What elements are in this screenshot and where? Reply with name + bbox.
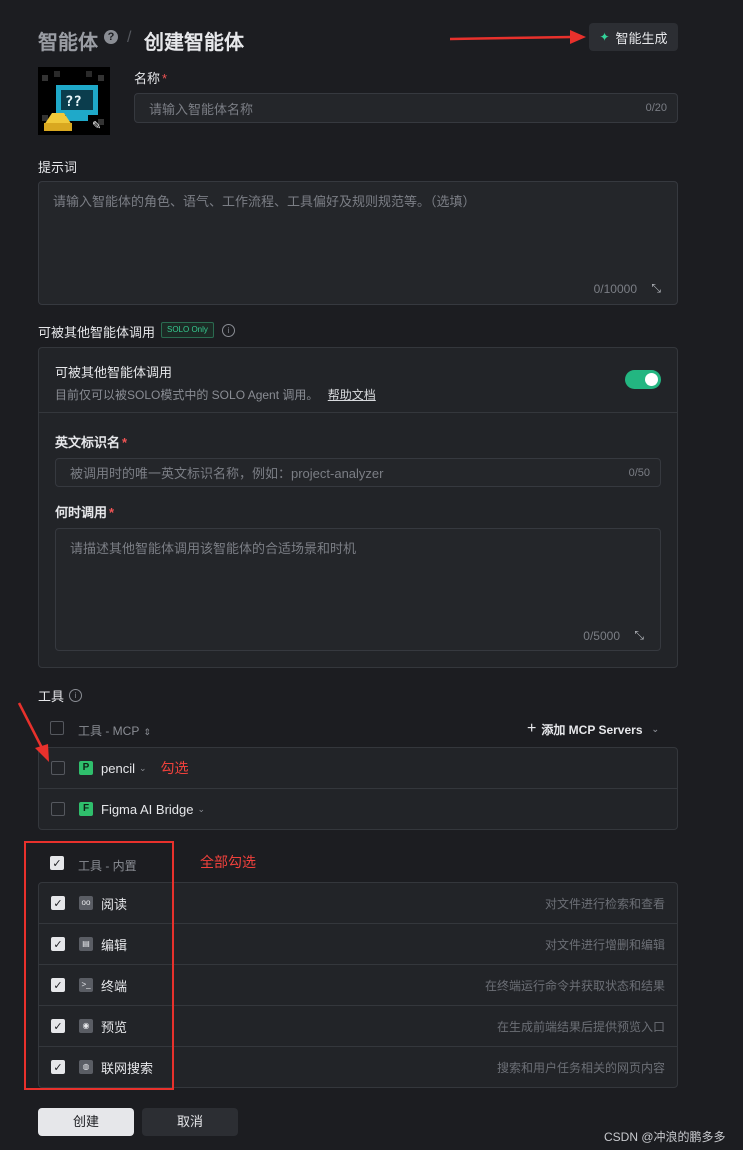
smart-generate-label: 智能生成 bbox=[615, 30, 668, 46]
help-doc-link[interactable]: 帮助文档 bbox=[328, 388, 376, 402]
info-icon[interactable]: i bbox=[222, 324, 235, 337]
figma-tag-icon: F bbox=[79, 802, 93, 816]
callable-toggle-title: 可被其他智能体调用 bbox=[55, 365, 173, 380]
prompt-label: 提示词 bbox=[38, 160, 78, 175]
annotation-check-all: 全部勾选 bbox=[200, 854, 256, 870]
plus-icon: + bbox=[527, 720, 537, 737]
annotation-arrow-generate bbox=[450, 30, 586, 44]
prompt-counter: 0/10000 bbox=[593, 282, 637, 296]
create-button[interactable]: 创建 bbox=[38, 1108, 134, 1136]
help-icon[interactable]: ? bbox=[104, 30, 118, 44]
callable-description: 目前仅可以被SOLO模式中的 SOLO Agent 调用。 帮助文档 bbox=[55, 388, 376, 402]
chevron-down-icon[interactable]: ⌄ bbox=[139, 763, 147, 774]
callable-toggle-row: 可被其他智能体调用 目前仅可以被SOLO模式中的 SOLO Agent 调用。 … bbox=[39, 348, 677, 413]
annotation-highlight-box bbox=[24, 841, 174, 1090]
annotation-check-one: 勾选 bbox=[160, 760, 189, 776]
name-input[interactable]: 请输入智能体名称 0/20 bbox=[134, 93, 678, 123]
when-to-call-label: 何时调用 * bbox=[55, 505, 115, 520]
prompt-textarea[interactable]: 请输入智能体的角色、语气、工作流程、工具偏好及规则规范等。（选填） 0/1000… bbox=[38, 181, 678, 305]
list-item[interactable]: F Figma AI Bridge ⌄ bbox=[39, 788, 677, 829]
when-to-call-counter: 0/5000 bbox=[583, 629, 620, 643]
name-counter: 0/20 bbox=[645, 102, 667, 114]
cancel-button[interactable]: 取消 bbox=[142, 1108, 238, 1136]
when-to-call-textarea[interactable]: 请描述其他智能体调用该智能体的合适场景和时机 0/5000 ⤡ bbox=[55, 528, 661, 651]
sparkle-icon: ✦ bbox=[599, 30, 610, 44]
terminal-description: 在终端运行命令并获取状态和结果 bbox=[484, 978, 665, 993]
web-search-description: 搜索和用户任务相关的网页内容 bbox=[496, 1060, 665, 1075]
english-id-placeholder: 被调用时的唯一英文标识名称，例如：project-analyzer bbox=[70, 466, 384, 481]
mcp-header[interactable]: 工具 - MCP ⇕ bbox=[78, 722, 151, 739]
callable-toggle[interactable] bbox=[625, 370, 661, 389]
expand-icon[interactable]: ⤡ bbox=[651, 281, 661, 296]
when-to-call-placeholder: 请描述其他智能体调用该智能体的合适场景和时机 bbox=[70, 541, 357, 556]
name-placeholder: 请输入智能体名称 bbox=[149, 101, 254, 117]
chevron-down-icon: ⌄ bbox=[651, 723, 660, 734]
prompt-placeholder: 请输入智能体的角色、语气、工作流程、工具偏好及规则规范等。（选填） bbox=[53, 194, 476, 209]
pencil-label: pencil bbox=[101, 760, 135, 776]
page-title: 创建智能体 bbox=[144, 32, 244, 54]
pencil-tag-icon: P bbox=[79, 761, 93, 775]
read-description: 对文件进行检索和查看 bbox=[544, 896, 665, 911]
figma-checkbox[interactable] bbox=[51, 802, 65, 816]
mcp-tool-list: P pencil ⌄ 勾选 F Figma AI Bridge ⌄ bbox=[38, 747, 678, 830]
edit-pencil-icon[interactable]: ✎ bbox=[92, 119, 106, 133]
expand-icon[interactable]: ⤡ bbox=[634, 628, 644, 643]
edit-description: 对文件进行增删和编辑 bbox=[544, 937, 665, 952]
solo-only-badge: SOLO Only bbox=[161, 322, 214, 338]
english-id-input[interactable]: 被调用时的唯一英文标识名称，例如：project-analyzer 0/50 bbox=[55, 458, 661, 487]
breadcrumb-separator: / bbox=[127, 29, 132, 46]
preview-description: 在生成前端结果后提供预览入口 bbox=[496, 1019, 665, 1034]
smart-generate-button[interactable]: ✦ 智能生成 bbox=[589, 23, 678, 51]
callable-section-label: 可被其他智能体调用 bbox=[38, 325, 156, 340]
watermark: CSDN @冲浪的鹏多多 bbox=[604, 1130, 726, 1144]
info-icon[interactable]: i bbox=[69, 689, 82, 702]
breadcrumb-root[interactable]: 智能体 bbox=[38, 26, 98, 55]
english-id-label: 英文标识名 * bbox=[55, 435, 128, 450]
figma-label: Figma AI Bridge bbox=[101, 801, 194, 817]
chevron-down-icon[interactable]: ⌄ bbox=[198, 804, 206, 815]
list-item[interactable]: P pencil ⌄ 勾选 bbox=[39, 748, 677, 788]
annotation-arrow-checkbox bbox=[17, 702, 49, 762]
callable-panel: 可被其他智能体调用 目前仅可以被SOLO模式中的 SOLO Agent 调用。 … bbox=[38, 347, 678, 668]
svg-text:??: ?? bbox=[65, 94, 82, 110]
avatar[interactable]: ?? ✎ bbox=[38, 67, 110, 135]
english-id-counter: 0/50 bbox=[628, 466, 650, 479]
add-mcp-servers-button[interactable]: + 添加 MCP Servers ⌄ bbox=[527, 720, 659, 738]
name-label: 名称 * bbox=[134, 71, 168, 86]
